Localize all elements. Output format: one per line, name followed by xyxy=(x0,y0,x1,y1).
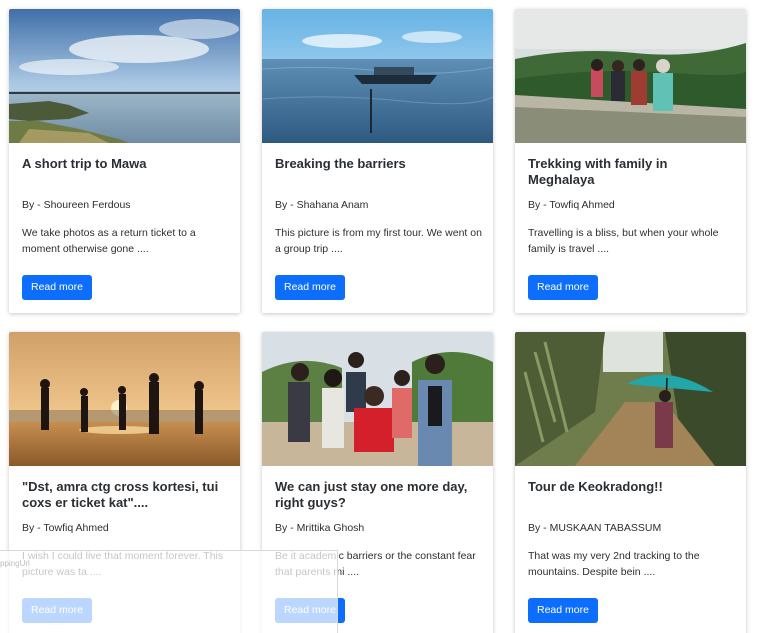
card-title: Breaking the barriers xyxy=(275,156,406,171)
card-image-coxs[interactable] xyxy=(9,332,240,466)
card-author: By - Towfiq Ahmed xyxy=(528,199,615,211)
card-image-meghalaya[interactable] xyxy=(515,9,746,143)
blog-card-keokradong: Tour de Keokradong!! By - MUSKAAN TABASS… xyxy=(515,332,746,633)
blog-card-coxs: "Dst, amra ctg cross kortesi, tui coxs e… xyxy=(9,332,240,633)
card-excerpt: Be it academic barriers or the constant … xyxy=(275,550,476,578)
read-more-button[interactable]: Read more xyxy=(22,598,92,623)
card-image-barriers[interactable] xyxy=(262,9,493,143)
read-more-button[interactable]: Read more xyxy=(275,598,345,623)
card-title: Tour de Keokradong!! xyxy=(528,479,663,494)
card-title: Trekking with family in Meghalaya xyxy=(528,156,668,187)
card-excerpt: I wish I could live that moment forever.… xyxy=(22,550,224,578)
blog-card-meghalaya: Trekking with family in Meghalaya By - T… xyxy=(515,9,746,313)
read-more-button[interactable]: Read more xyxy=(275,275,345,300)
read-more-button[interactable]: Read more xyxy=(528,598,598,623)
blog-card-one-more-day: We can just stay one more day, right guy… xyxy=(262,332,493,633)
card-image-keokradong[interactable] xyxy=(515,332,746,466)
card-excerpt: This picture is from my first tour. We w… xyxy=(275,227,482,255)
card-title: We can just stay one more day, right guy… xyxy=(275,479,468,510)
blog-card-grid: A short trip to Mawa By - Shoureen Ferdo… xyxy=(0,0,764,633)
card-author: By - Mrittika Ghosh xyxy=(275,522,365,534)
blog-card-mawa: A short trip to Mawa By - Shoureen Ferdo… xyxy=(9,9,240,313)
card-author: By - Towfiq Ahmed xyxy=(22,522,109,534)
blog-card-barriers: Breaking the barriers By - Shahana Anam … xyxy=(262,9,493,313)
card-title: A short trip to Mawa xyxy=(22,156,147,171)
card-author: By - MUSKAAN TABASSUM xyxy=(528,522,662,534)
card-image-one-more-day[interactable] xyxy=(262,332,493,466)
card-excerpt: Travelling is a bliss, but when your who… xyxy=(528,227,719,255)
card-excerpt: We take photos as a return ticket to a m… xyxy=(22,227,196,255)
read-more-button[interactable]: Read more xyxy=(528,275,598,300)
card-image-mawa[interactable] xyxy=(9,9,240,143)
card-author: By - Shahana Anam xyxy=(275,199,369,211)
card-author: By - Shoureen Ferdous xyxy=(22,199,131,211)
card-excerpt: That was my very 2nd tracking to the mou… xyxy=(528,550,700,578)
read-more-button[interactable]: Read more xyxy=(22,275,92,300)
card-title: "Dst, amra ctg cross kortesi, tui coxs e… xyxy=(22,479,219,510)
